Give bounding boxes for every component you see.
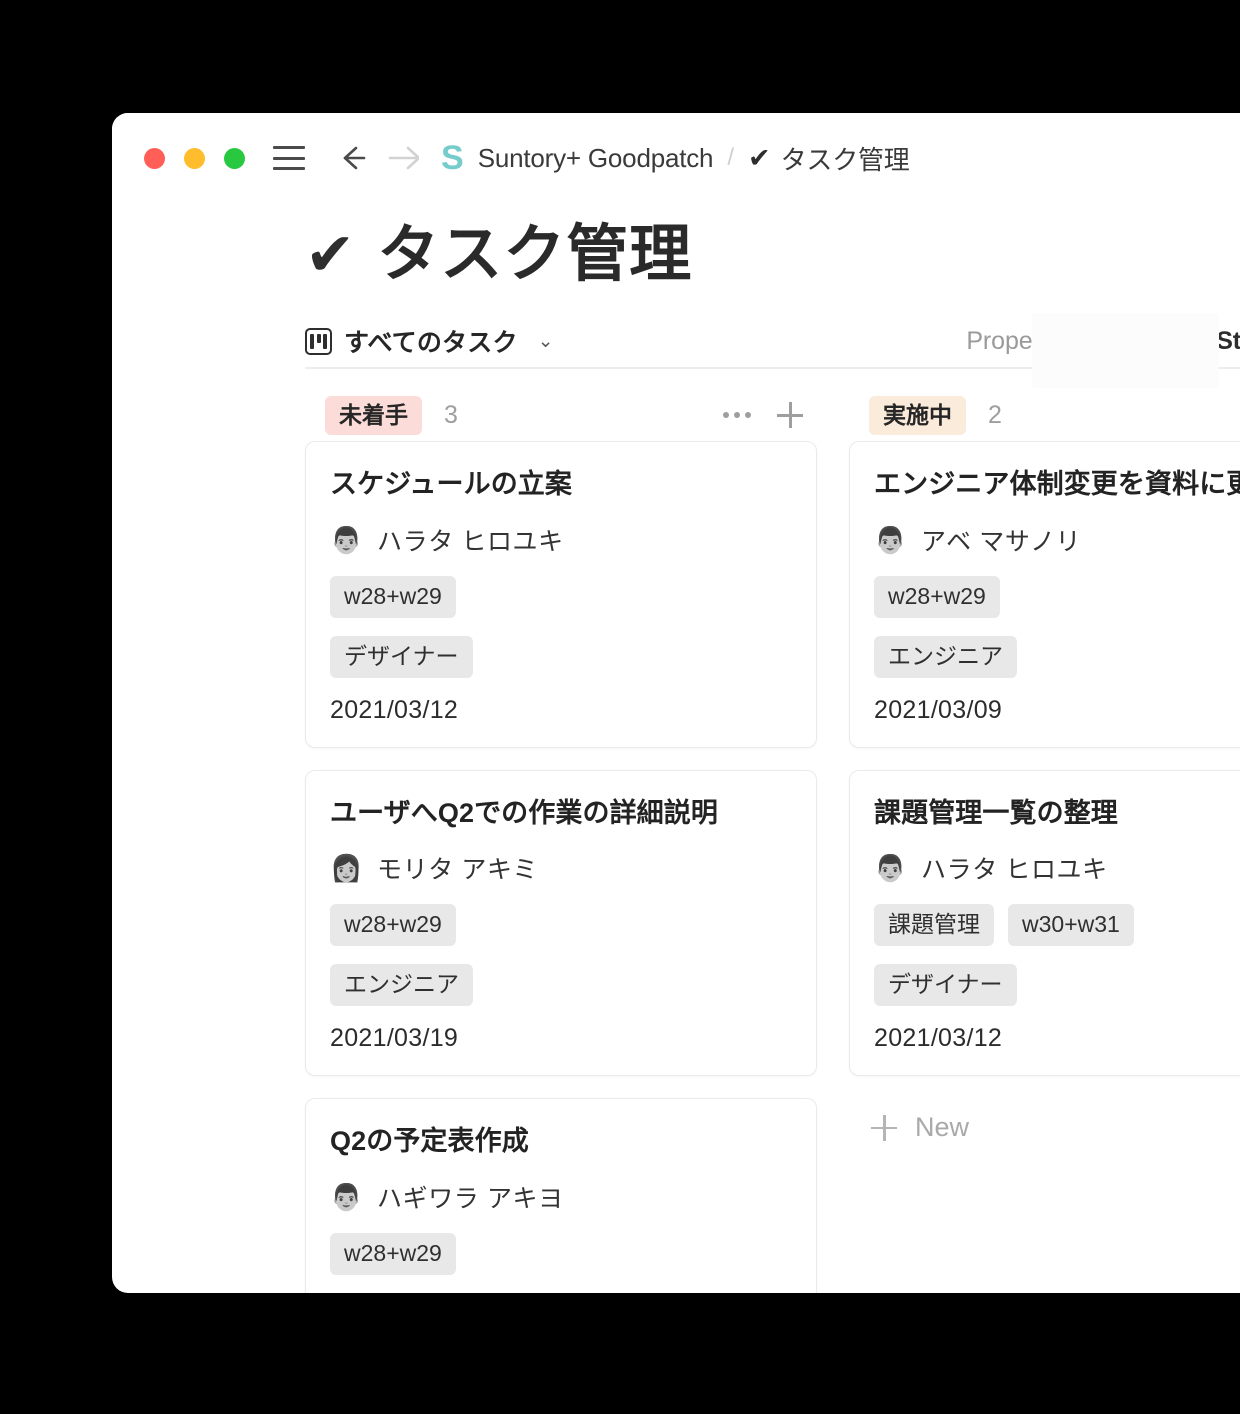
- task-card-title: 課題管理一覧の整理: [874, 797, 1240, 831]
- new-card-label: New: [915, 1112, 969, 1143]
- assignee-name: ハラタ ヒロユキ: [377, 522, 564, 558]
- task-card[interactable]: ユーザへQ2での作業の詳細説明 👩 モリタ アキミ w28+w29 エンジニア 2021/…: [305, 770, 817, 1077]
- assignee-name: ハラタ ヒロユキ: [921, 850, 1108, 886]
- task-date: 2021/03/19: [330, 1024, 792, 1053]
- tag: エンジニア: [874, 636, 1017, 678]
- more-options-icon[interactable]: [723, 412, 751, 418]
- avatar: 👨: [874, 524, 906, 556]
- tag-row: 課題管理 w30+w31: [874, 904, 1240, 946]
- task-card[interactable]: エンジニア体制変更を資料に更新 👨 アベ マサノリ w28+w29 エンジニア 2021/…: [849, 441, 1240, 748]
- add-card-icon[interactable]: [777, 402, 803, 428]
- column-header: 実施中 2: [849, 389, 1240, 441]
- board-column: 未着手 3 スケジュールの立案 👨 ハラタ ヒロユキ w28+w29 デザイナー 2021/0…: [305, 389, 817, 1293]
- page-title-text[interactable]: タスク管理: [377, 221, 692, 289]
- column-count: 3: [444, 401, 458, 430]
- task-date: 2021/03/12: [874, 1024, 1240, 1053]
- avatar: 👨: [330, 524, 362, 556]
- view-name-label: すべてのタスク: [344, 323, 518, 359]
- tag: w28+w29: [330, 576, 456, 618]
- tag: デザイナー: [874, 964, 1017, 1006]
- breadcrumb-page[interactable]: タスク管理: [781, 140, 910, 177]
- app-window: S Suntory+ Goodpatch / ✔ タスク管理 ✔ タスク管理 す…: [112, 113, 1240, 1293]
- task-card[interactable]: 課題管理一覧の整理 👨 ハラタ ヒロユキ課題管理 w30+w31 デザイナー 2021/0…: [849, 770, 1240, 1077]
- tag-row: エンジニア: [874, 636, 1240, 678]
- board-view-icon: [305, 328, 332, 355]
- assignee-name: ハギワラ アキヨ: [377, 1179, 564, 1215]
- traffic-light-buttons: [144, 148, 245, 169]
- column-header: 未着手 3: [305, 389, 817, 441]
- task-assignee: 👩 モリタ アキミ: [330, 850, 792, 886]
- tag: エンジニア: [330, 964, 473, 1006]
- task-assignee: 👨 ハギワラ アキヨ: [330, 1179, 792, 1215]
- back-arrow-icon[interactable]: [335, 141, 369, 175]
- tag-row: デザイナー: [330, 636, 792, 678]
- task-assignee: 👨 ハラタ ヒロユキ: [874, 850, 1240, 886]
- avatar: 👨: [330, 1181, 362, 1213]
- page-title: ✔ タスク管理: [112, 203, 1240, 289]
- view-selector[interactable]: すべてのタスク ⌄: [305, 323, 554, 359]
- task-assignee: 👨 ハラタ ヒロユキ: [330, 522, 792, 558]
- task-card[interactable]: Q2の予定表作成👨ハギワラ アキヨw28+w29エンジニア: [305, 1098, 817, 1293]
- tag-row: w28+w29: [330, 576, 792, 618]
- tag: 課題管理: [874, 904, 994, 946]
- breadcrumb-separator: /: [727, 144, 734, 172]
- tag-row: w28+w29: [330, 904, 792, 946]
- task-date: 2021/03/12: [330, 696, 792, 725]
- maximize-button[interactable]: [224, 148, 245, 169]
- chevron-down-icon: ⌄: [538, 330, 554, 353]
- assignee-name: アベ マサノリ: [921, 522, 1081, 558]
- task-card-title: エンジニア体制変更を資料に更新: [874, 468, 1240, 502]
- status-badge: 未着手: [325, 396, 422, 435]
- avatar: 👨: [874, 852, 906, 884]
- task-card-title: ユーザへQ2での作業の詳細説明: [330, 797, 792, 831]
- tag: デザイナー: [330, 636, 473, 678]
- tag: w30+w31: [1008, 904, 1134, 946]
- tag: w28+w29: [330, 904, 456, 946]
- task-card-title: Q2の予定表作成: [330, 1125, 792, 1159]
- close-button[interactable]: [144, 148, 165, 169]
- workspace-logo-icon[interactable]: S: [441, 141, 464, 175]
- plus-icon: [871, 1115, 897, 1141]
- page-header-placeholder: [1032, 313, 1219, 388]
- tag-row: w28+w29: [330, 1233, 792, 1275]
- column-count: 2: [988, 401, 1002, 430]
- task-card[interactable]: スケジュールの立案 👨 ハラタ ヒロユキ w28+w29 デザイナー 2021/03/12: [305, 441, 817, 748]
- board-column: 実施中 2 エンジニア体制変更を資料に更新 👨 アベ マサノリ w28+w29 エンジニア 2…: [849, 389, 1240, 1143]
- status-badge: 実施中: [869, 396, 966, 435]
- kanban-board: 未着手 3 スケジュールの立案 👨 ハラタ ヒロユキ w28+w29 デザイナー 2021/0…: [112, 369, 1240, 1293]
- tag-row: w28+w29: [874, 576, 1240, 618]
- minimize-button[interactable]: [184, 148, 205, 169]
- tag-row: デザイナー: [874, 964, 1240, 1006]
- task-date: 2021/03/09: [874, 696, 1240, 725]
- task-card-title: スケジュールの立案: [330, 468, 792, 502]
- tag-row: エンジニア: [330, 964, 792, 1006]
- assignee-name: モリタ アキミ: [377, 850, 538, 886]
- avatar: 👩: [330, 852, 362, 884]
- column-actions: [723, 402, 811, 428]
- tag: w28+w29: [874, 576, 1000, 618]
- forward-arrow-icon[interactable]: [385, 141, 419, 175]
- window-titlebar: S Suntory+ Goodpatch / ✔ タスク管理: [112, 113, 1240, 203]
- sidebar-toggle-icon[interactable]: [273, 146, 305, 170]
- new-card-button[interactable]: New: [849, 1098, 1240, 1143]
- page-content: ✔ タスク管理 すべてのタスク ⌄ Properties Group by St…: [112, 203, 1240, 1293]
- task-assignee: 👨 アベ マサノリ: [874, 522, 1240, 558]
- breadcrumb-workspace[interactable]: Suntory+ Goodpatch: [478, 143, 714, 174]
- page-icon-check-icon[interactable]: ✔: [305, 225, 355, 285]
- group-by-value: Status: [1216, 327, 1240, 355]
- check-icon: ✔: [748, 145, 771, 172]
- tag: w28+w29: [330, 1233, 456, 1275]
